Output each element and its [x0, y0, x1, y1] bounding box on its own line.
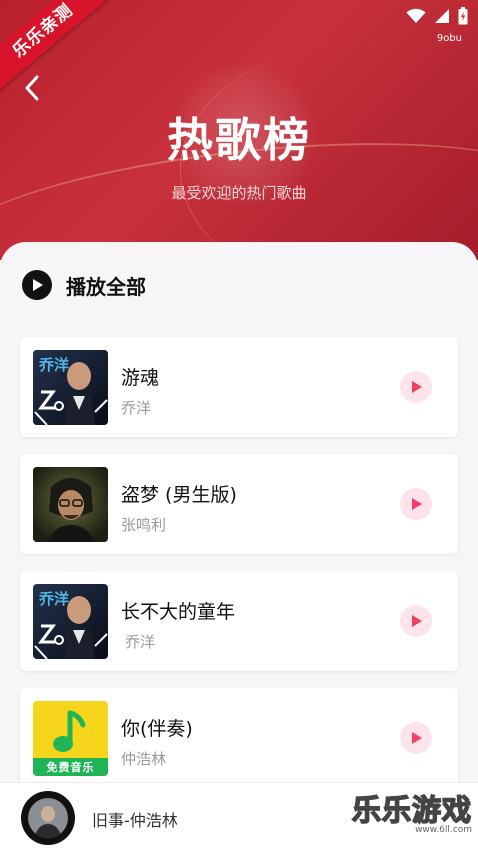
page-title: 热歌榜 [167, 113, 311, 167]
song-item[interactable]: 乔洋 游魂 乔洋 [20, 337, 458, 437]
song-title: 长不大的童年 [121, 601, 236, 623]
page-subtitle: 最受欢迎的热门歌曲 [171, 184, 307, 202]
play-all-label: 播放全部 [66, 274, 146, 299]
svg-text:乔洋: 乔洋 [38, 356, 69, 374]
site-watermark: 乐乐游戏 www.6ll.com [351, 793, 472, 835]
back-button[interactable] [18, 74, 46, 102]
song-list-panel: 播放全部 乔洋 游魂 乔洋 盗梦 (男生版) 张鸣利 乔洋 长不大的童年 乔洋 … [0, 242, 478, 788]
corner-watermark-ribbon: 乐乐亲测 [0, 0, 112, 93]
song-item[interactable]: 盗梦 (男生版) 张鸣利 [20, 454, 458, 554]
song-artist: 张鸣利 [121, 516, 167, 534]
svg-text:乔洋: 乔洋 [38, 590, 69, 608]
album-cover: 乔洋 [33, 584, 108, 659]
album-cover [33, 467, 108, 542]
site-watermark-text: 乐乐游戏 [351, 793, 472, 827]
song-item[interactable]: 免费音乐 你(伴奏) 仲浩林 [20, 688, 458, 788]
play-song-button[interactable] [400, 722, 432, 754]
mini-player-bar[interactable]: 旧事-仲浩林 乐乐游戏 www.6ll.com [0, 782, 478, 849]
cellular-signal-icon [435, 9, 449, 23]
song-title: 你(伴奏) [121, 718, 193, 740]
chevron-left-icon [25, 75, 39, 101]
battery-icon [458, 7, 468, 25]
status-bar [406, 6, 468, 26]
play-icon [412, 381, 422, 393]
play-circle-icon [22, 270, 52, 300]
header-banner: 乐乐亲测 9obu 热歌榜 最受欢迎的热门歌曲 [0, 0, 478, 260]
cover-caption: 免费音乐 [46, 761, 95, 774]
play-icon [412, 498, 422, 510]
song-artist: 仲浩林 [121, 750, 167, 768]
play-icon [412, 732, 422, 744]
song-item[interactable]: 乔洋 长不大的童年 乔洋 [20, 571, 458, 671]
song-artist: 乔洋 [125, 633, 156, 651]
now-playing-cover[interactable] [21, 791, 75, 845]
play-song-button[interactable] [400, 488, 432, 520]
song-title: 游魂 [121, 367, 160, 389]
song-artist: 乔洋 [121, 399, 152, 417]
song-title: 盗梦 (男生版) [121, 484, 237, 506]
play-song-button[interactable] [400, 605, 432, 637]
play-song-button[interactable] [400, 371, 432, 403]
play-icon [412, 615, 422, 627]
now-playing-title: 旧事-仲浩林 [92, 811, 178, 830]
play-all-button[interactable]: 播放全部 [22, 268, 146, 302]
carrier-label: 9obu [436, 33, 462, 44]
album-cover: 免费音乐 [33, 701, 108, 776]
album-cover: 乔洋 [33, 350, 108, 425]
wifi-icon [406, 8, 426, 23]
